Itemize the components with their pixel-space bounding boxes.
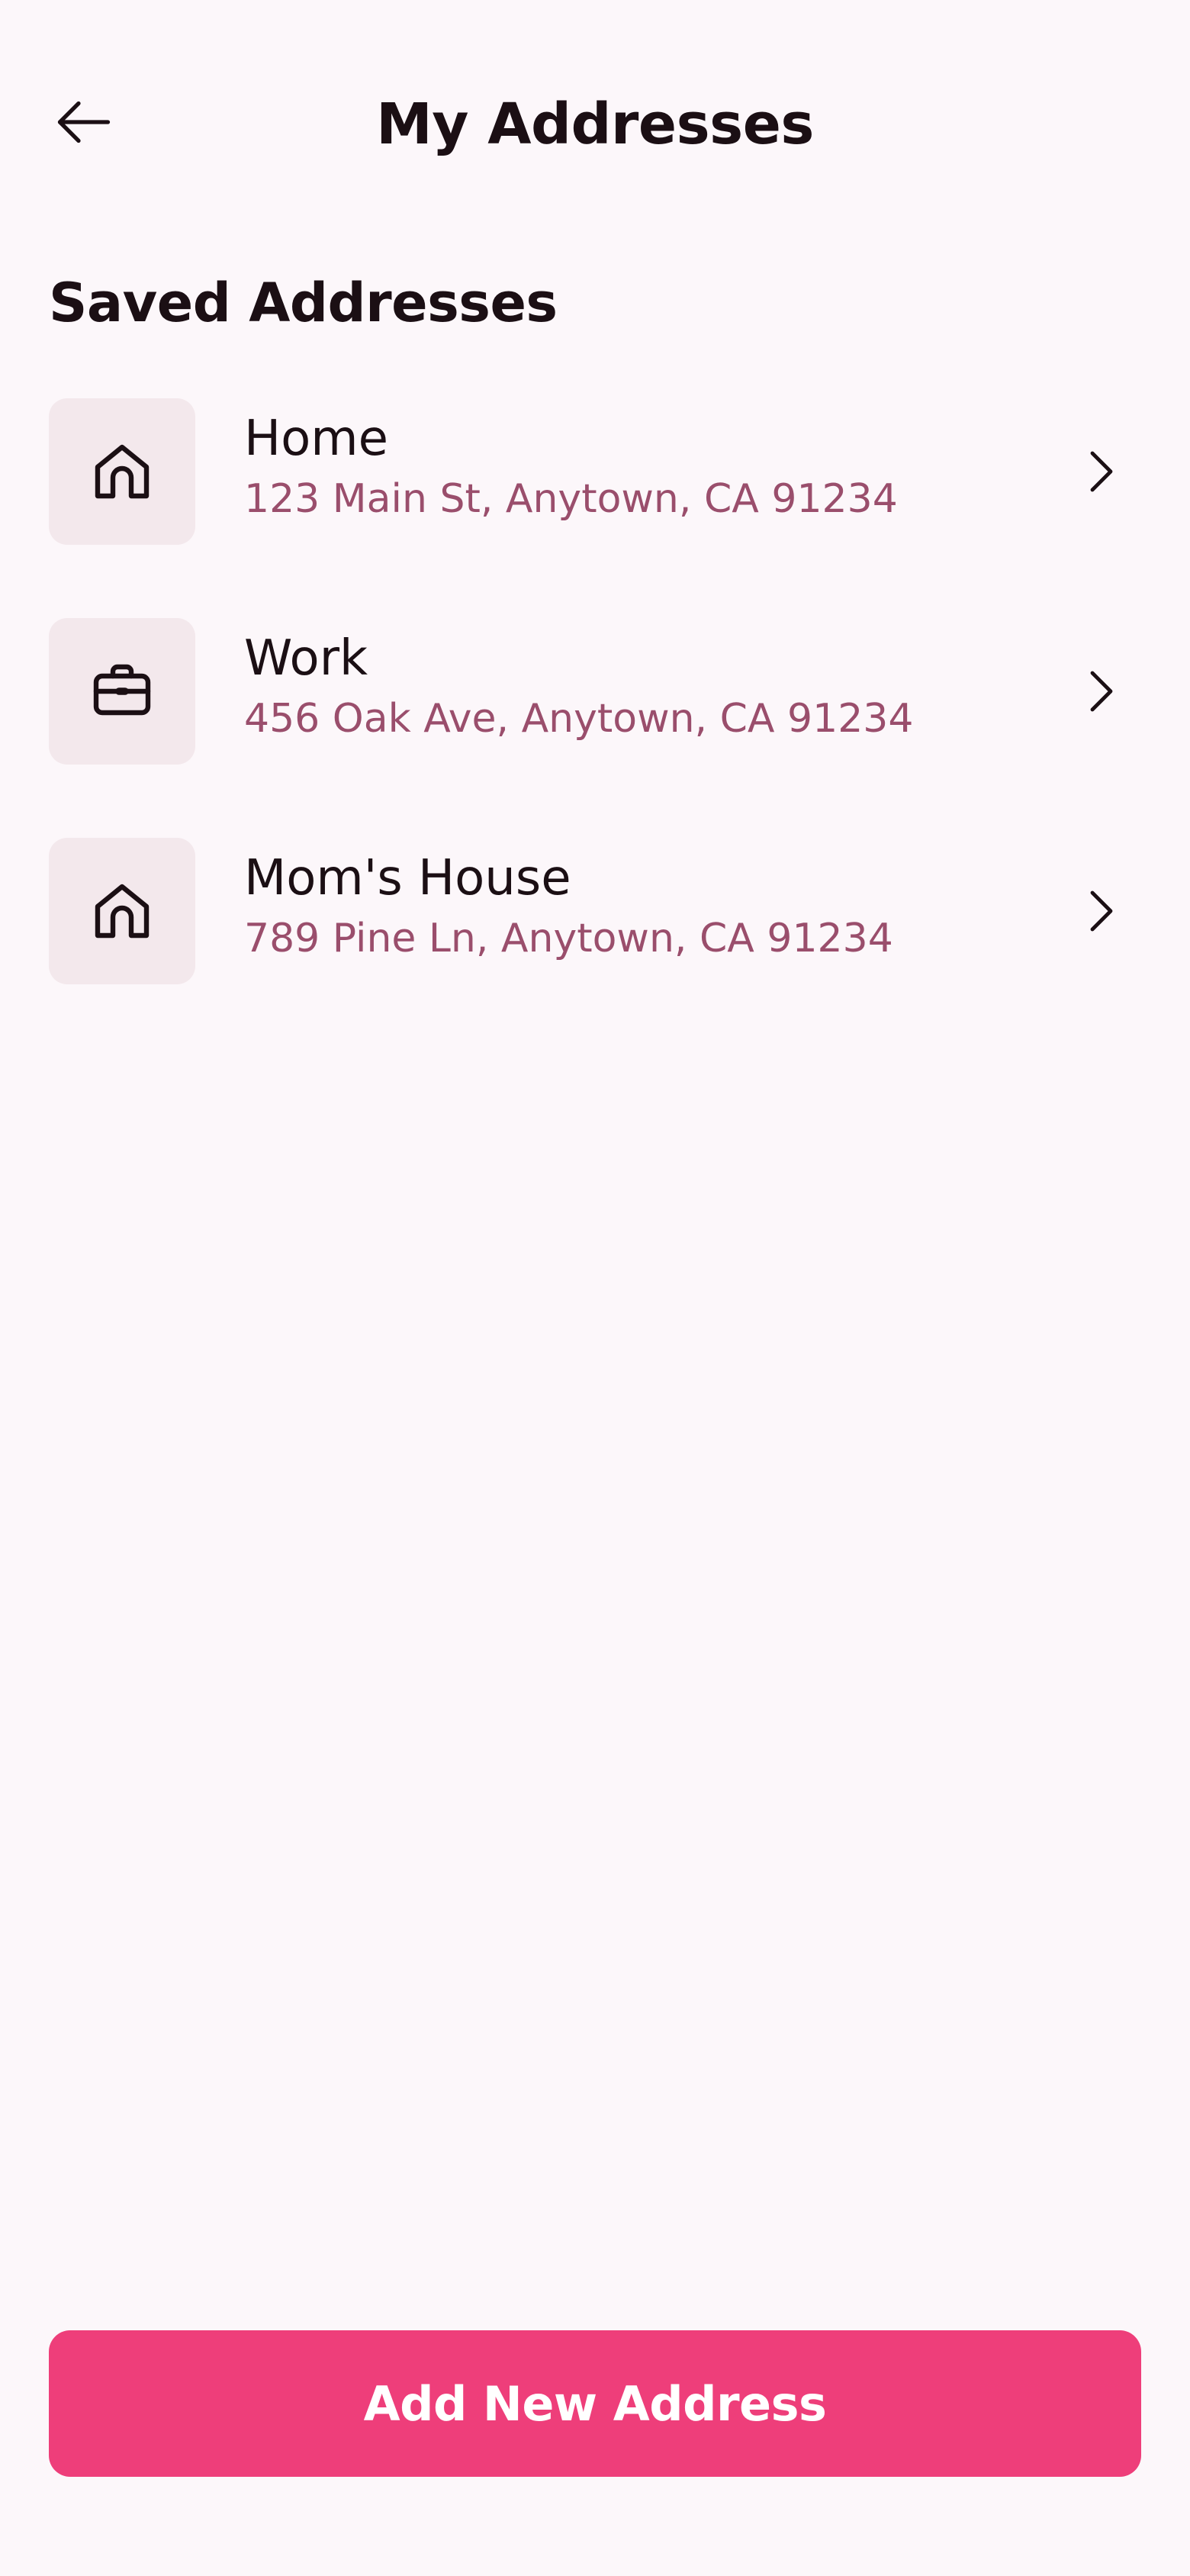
home-icon bbox=[95, 884, 150, 939]
address-line: 456 Oak Ave, Anytown, CA 91234 bbox=[244, 696, 914, 742]
address-line: 123 Main St, Anytown, CA 91234 bbox=[244, 476, 898, 522]
address-list: Home 123 Main St, Anytown, CA 91234 Work bbox=[0, 398, 1190, 1058]
add-new-address-button[interactable]: Add New Address bbox=[49, 2330, 1141, 2477]
chevron-right-icon bbox=[1063, 433, 1140, 510]
address-icon-tile bbox=[49, 618, 195, 765]
address-icon-tile bbox=[49, 398, 195, 545]
address-item-work[interactable]: Work 456 Oak Ave, Anytown, CA 91234 bbox=[0, 618, 1190, 765]
section-title: Saved Addresses bbox=[49, 272, 558, 334]
home-icon bbox=[95, 444, 150, 499]
address-text: Home 123 Main St, Anytown, CA 91234 bbox=[244, 409, 1022, 530]
page-title: My Addresses bbox=[376, 92, 814, 157]
address-text: Work 456 Oak Ave, Anytown, CA 91234 bbox=[244, 629, 1022, 749]
chevron-right-icon bbox=[1063, 653, 1140, 729]
briefcase-icon bbox=[93, 664, 151, 716]
address-label: Work bbox=[244, 630, 368, 687]
address-item-moms-house[interactable]: Mom's House 789 Pine Ln, Anytown, CA 912… bbox=[0, 838, 1190, 984]
address-label: Home bbox=[244, 411, 388, 467]
top-app-bar: My Addresses bbox=[0, 76, 1190, 168]
chevron-right-icon bbox=[1063, 873, 1140, 949]
address-label: Mom's House bbox=[244, 850, 571, 906]
address-line: 789 Pine Ln, Anytown, CA 91234 bbox=[244, 916, 893, 961]
address-icon-tile bbox=[49, 838, 195, 984]
address-text: Mom's House 789 Pine Ln, Anytown, CA 912… bbox=[244, 848, 1022, 969]
address-item-home[interactable]: Home 123 Main St, Anytown, CA 91234 bbox=[0, 398, 1190, 545]
my-addresses-screen: My Addresses Saved Addresses Home 123 Ma… bbox=[0, 0, 1190, 2576]
